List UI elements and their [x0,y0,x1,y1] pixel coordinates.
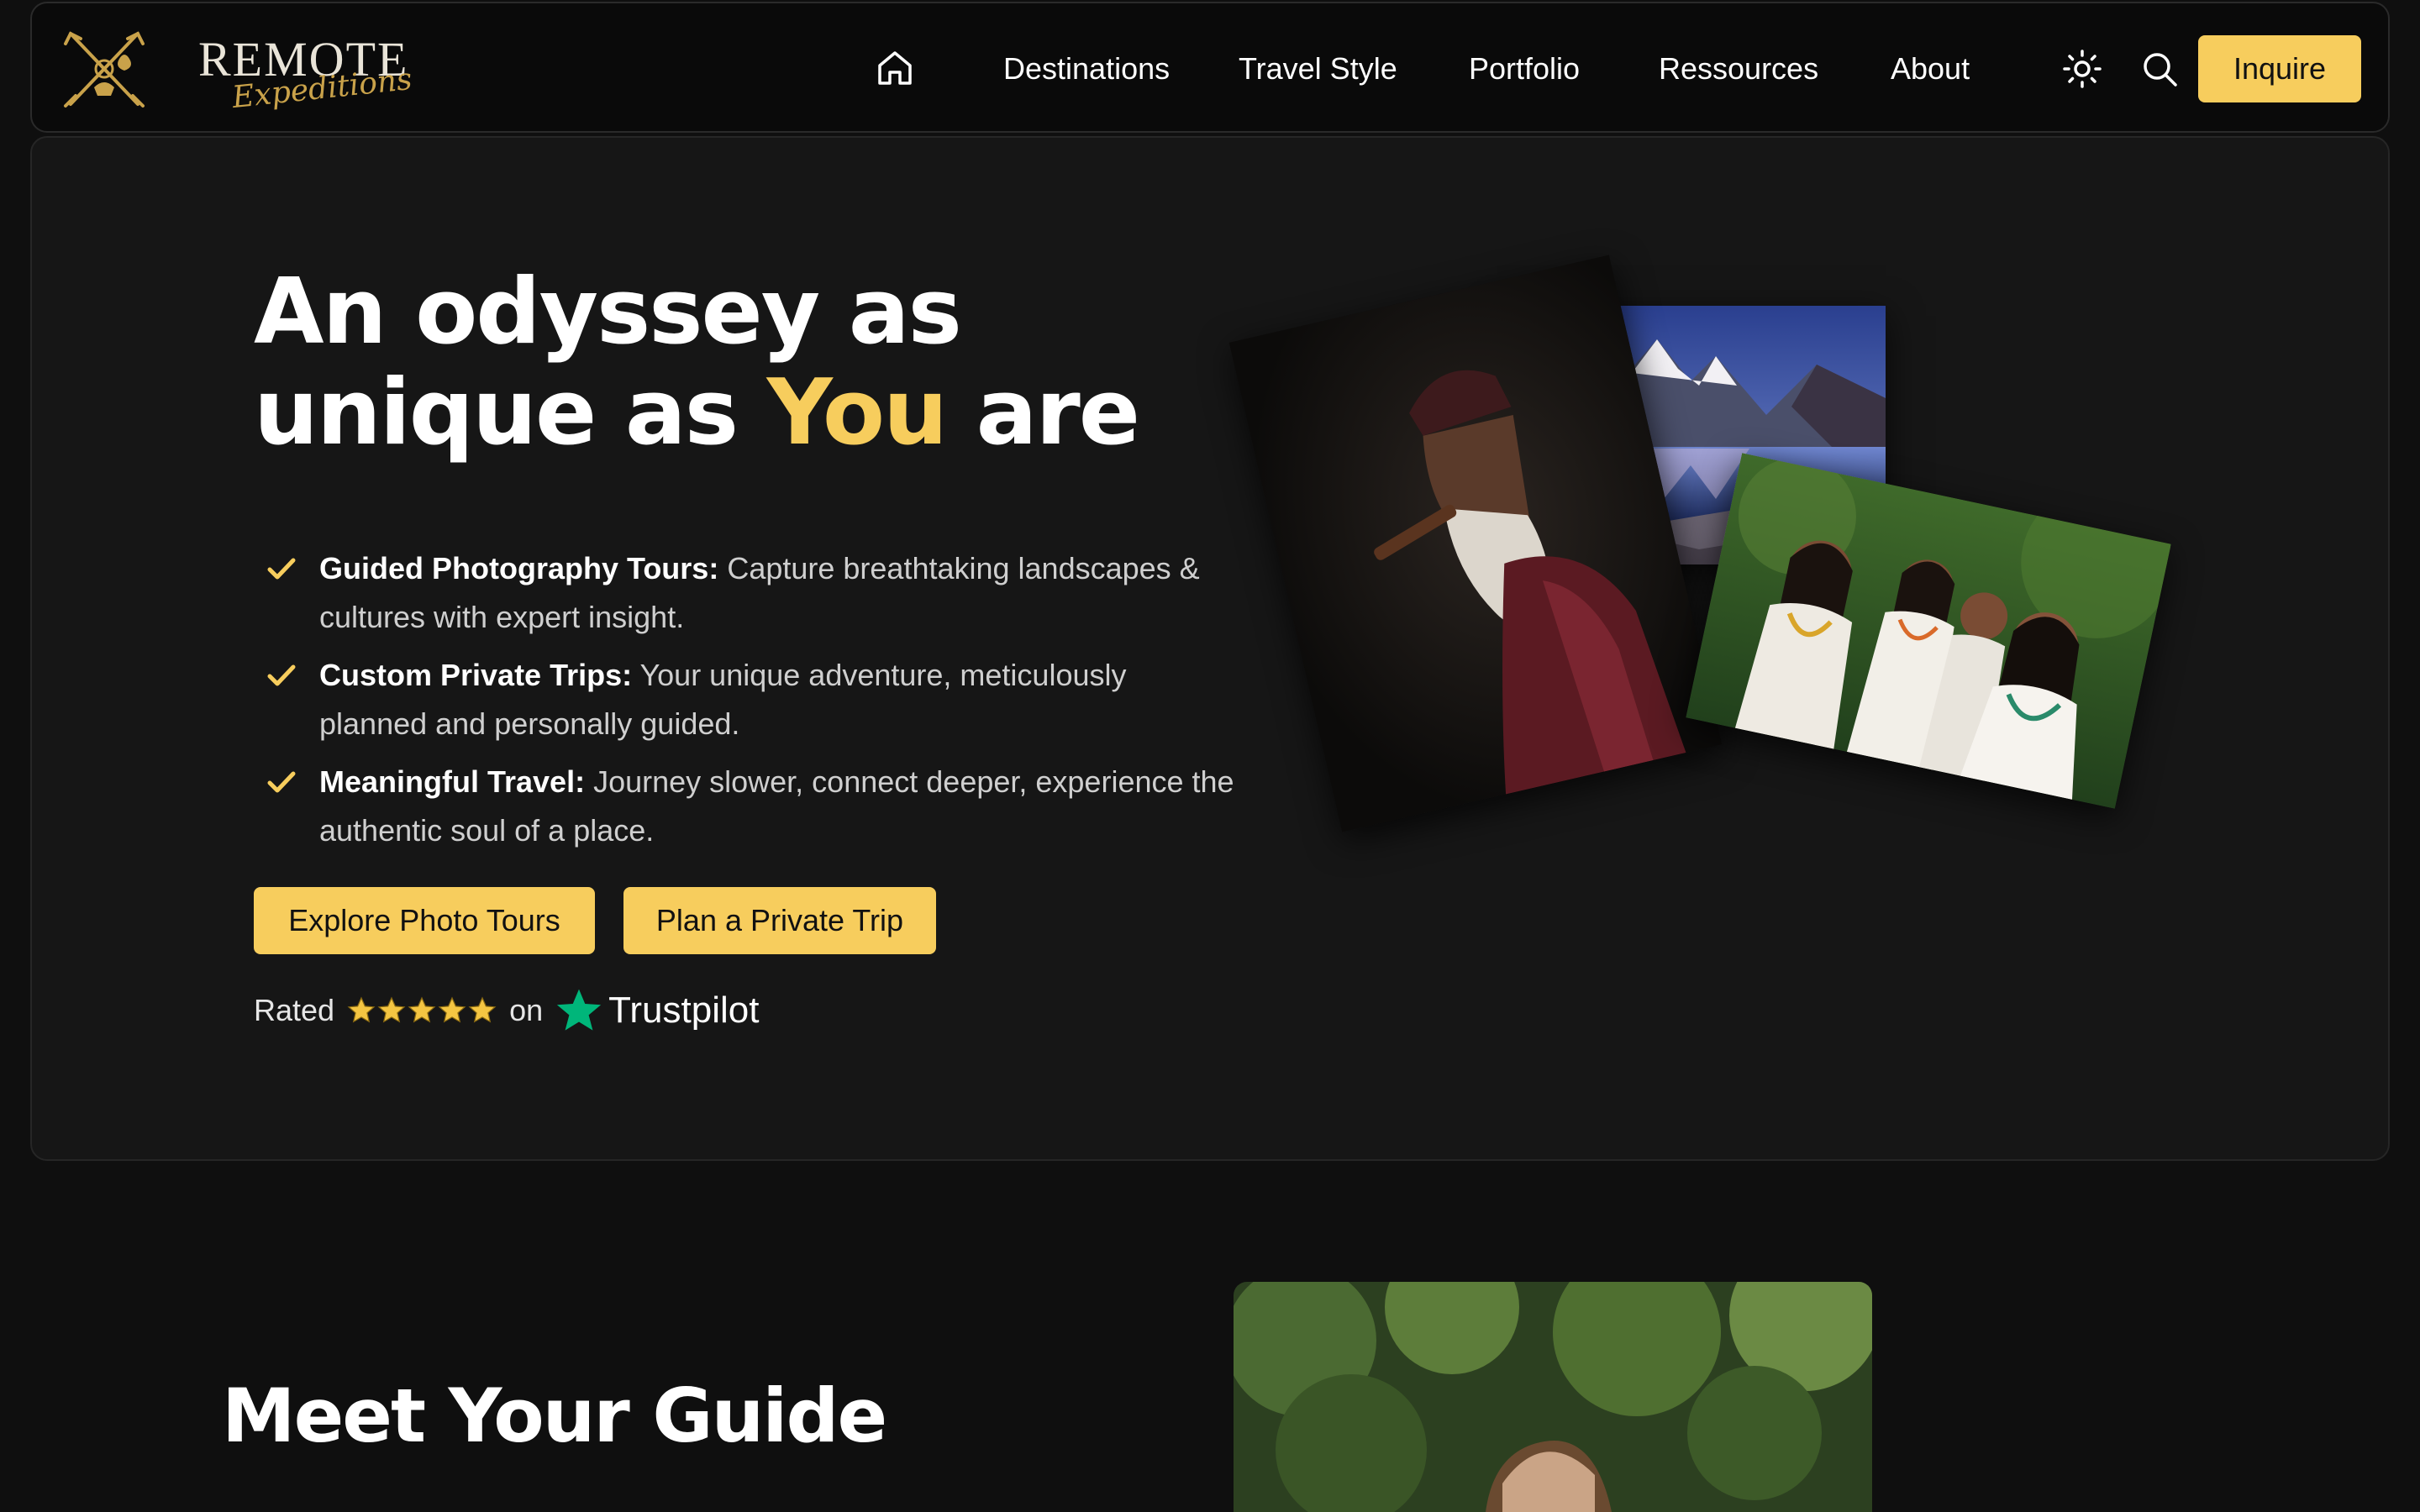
nav-item-about[interactable]: About [1891,50,1970,87]
hero-title-line1: An odyssey as [254,260,962,365]
check-icon [267,558,296,580]
star-icon [438,996,466,1023]
star-icon [408,996,436,1023]
feature-item: Guided Photography Tours: Capture breath… [267,544,1242,642]
star-icon [347,996,376,1023]
inquire-button[interactable]: Inquire [2198,35,2361,102]
feature-item: Meaningful Travel: Journey slower, conne… [267,758,1242,855]
plan-private-trip-button[interactable]: Plan a Private Trip [623,887,936,954]
trustpilot-wordmark: Trustpilot [608,990,760,1031]
nav-item-ressources[interactable]: Ressources [1659,50,1818,87]
rating-stars [346,995,497,1026]
star-icon [377,996,406,1023]
nav-item-travel-style[interactable]: Travel Style [1239,50,1397,87]
trustpilot-rating[interactable]: Rated on Trustpilot [254,981,759,1040]
guide-photo [1234,1282,1872,1512]
smiling-women-group-photo [1686,453,2171,809]
rating-connector: on [509,993,544,1027]
meet-your-guide-title: Meet Your Guide [222,1373,887,1459]
top-navbar: REMOTE Expeditions Destinations Travel S… [30,2,2390,133]
feature-title: Meaningful Travel: [319,764,586,799]
check-icon [267,664,296,686]
feature-title: Custom Private Trips: [319,658,633,692]
nav-item-portfolio[interactable]: Portfolio [1469,50,1580,87]
hero-title-line2-pre: unique as [254,360,767,465]
explore-photo-tours-button[interactable]: Explore Photo Tours [254,887,595,954]
hero-section: An odyssey as unique as You are Guided P… [30,136,2390,1161]
crossed-arrows-emblem-icon [64,31,145,108]
site-logo[interactable]: REMOTE Expeditions [60,25,413,115]
rating-prefix: Rated [254,993,335,1027]
search-icon[interactable] [2139,49,2180,89]
hero-title-line2-post: are [945,360,1140,465]
hero-title-accent: You [766,360,948,465]
star-icon [468,996,497,1023]
home-icon[interactable] [874,47,916,89]
sun-icon[interactable] [2062,49,2102,89]
trustpilot-star-icon [557,989,602,1031]
check-icon [267,771,296,793]
feature-list: Guided Photography Tours: Capture breath… [267,544,1242,864]
nav-item-destinations[interactable]: Destinations [1003,50,1170,87]
feature-title: Guided Photography Tours: [319,551,719,585]
feature-item: Custom Private Trips: Your unique advent… [267,651,1242,748]
hero-title: An odyssey as unique as You are [254,260,1140,465]
